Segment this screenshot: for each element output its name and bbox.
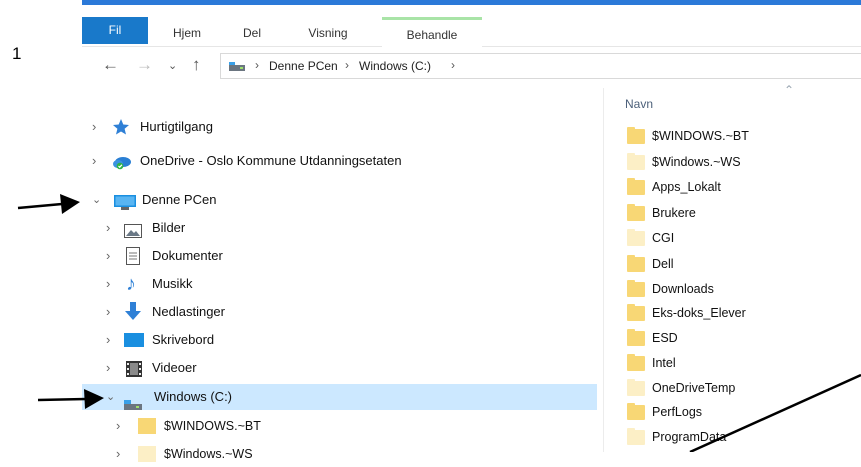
annotation-overlay bbox=[17, 194, 861, 452]
annotation-arrow-icon bbox=[17, 194, 80, 214]
annotation-line bbox=[689, 373, 861, 452]
annotation-arrow-icon bbox=[37, 389, 104, 409]
